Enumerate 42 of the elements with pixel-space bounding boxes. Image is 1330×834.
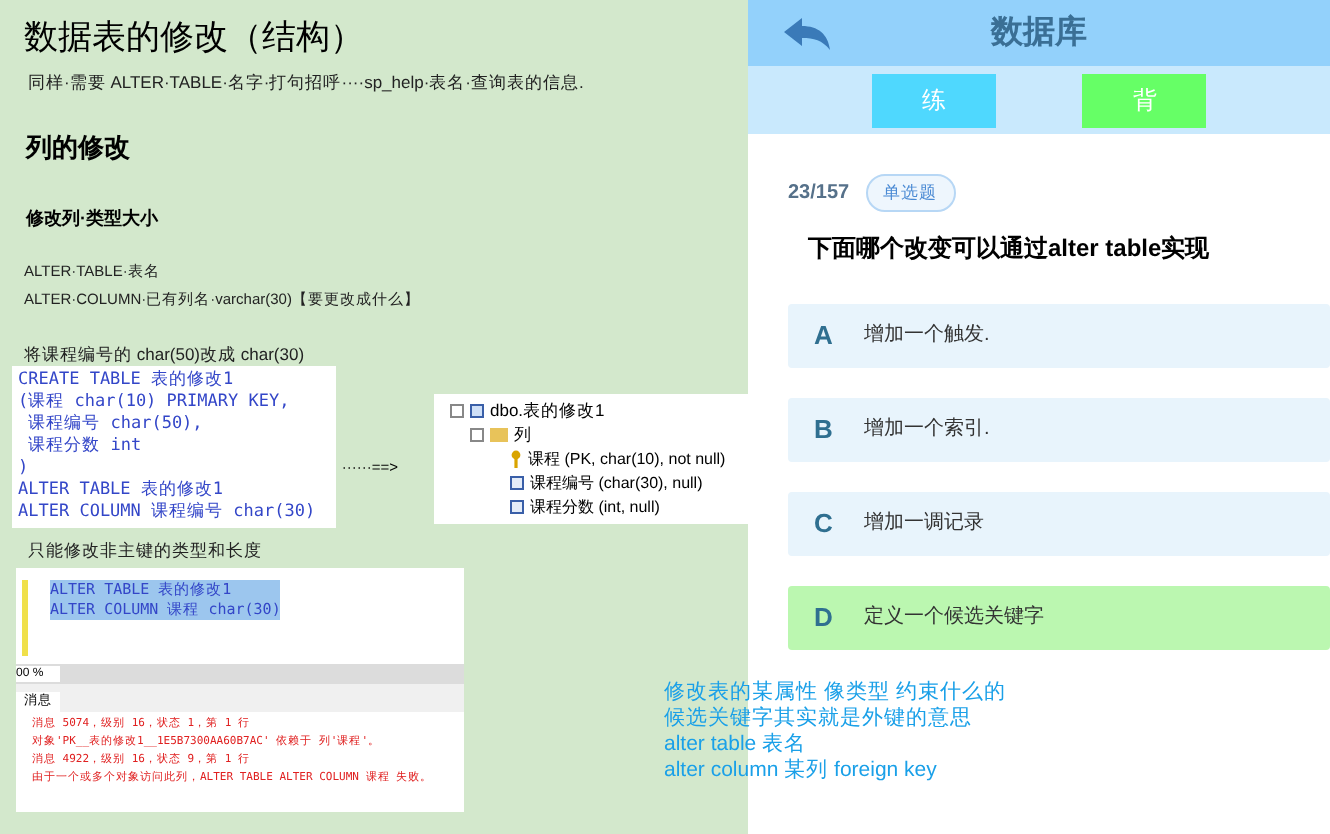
answer-option[interactable]: C 增加一调记录: [788, 491, 1330, 556]
question-text: 下面哪个改变可以通过alter table实现: [806, 231, 1212, 266]
folder-icon: [490, 428, 508, 442]
annotation-line: 候选关键字其实就是外键的意思: [664, 706, 974, 732]
app-title: 数据库: [991, 12, 1087, 53]
code-line: ): [18, 458, 31, 480]
option-text: 增加一个触发.: [864, 321, 990, 351]
answer-option[interactable]: D 定义一个候选关键字: [788, 585, 1330, 650]
paragraph: 将课程编号的 char(50)改成 char(30): [22, 342, 307, 366]
table-icon: [470, 404, 484, 418]
option-letter: B: [814, 412, 835, 448]
option-text: 定义一个候选关键字: [864, 603, 1044, 633]
code-line: CREATE TABLE 表的修改1: [18, 370, 236, 392]
annotation-line: alter column 某列 foreign key: [664, 758, 939, 784]
option-letter: C: [814, 506, 835, 542]
annotation-line: 修改表的某属性 像类型 约束什么的: [664, 680, 1006, 706]
option-text: 增加一个索引.: [864, 415, 990, 445]
answer-option[interactable]: B 增加一个索引.: [788, 397, 1330, 462]
option-letter: A: [814, 318, 835, 354]
code-line: 课程分数 int: [26, 436, 144, 458]
code-line: 课程编号 char(50),: [26, 414, 205, 436]
paragraph: 只能修改非主键的类型和长度: [26, 538, 264, 562]
tree-item: dbo.表的修改1: [490, 400, 605, 422]
tree-item: 课程编号 (char(30), null): [530, 472, 703, 494]
paragraph: 同样·需要 ALTER·TABLE·名字·打句招呼····sp_help·表名·查询表的信息.: [26, 70, 586, 96]
code-line: (课程 char(10) PRIMARY KEY,: [18, 392, 292, 414]
annotation-line: alter table 表名: [664, 732, 809, 758]
code-line: ALTER TABLE 表的修改1: [18, 480, 226, 502]
tree-item: 课程 (PK, char(10), not null): [528, 448, 726, 470]
tree-item: 课程分数 (int, null): [530, 496, 660, 518]
option-letter: D: [814, 600, 835, 636]
subsection-heading: 修改列·类型大小: [23, 206, 160, 230]
code-line: ALTER COLUMN 课程编号 char(30): [18, 502, 318, 524]
question-counter: 23/157: [788, 179, 850, 208]
key-icon: [510, 450, 522, 468]
document-heading: 数据表的修改（结构）: [22, 16, 366, 60]
option-text: 增加一调记录: [864, 509, 984, 539]
back-arrow-icon[interactable]: [784, 17, 830, 49]
section-heading: 列的修改: [23, 132, 132, 168]
answer-option[interactable]: A 增加一个触发.: [788, 303, 1330, 368]
tree-item: 列: [514, 424, 532, 446]
question-type-badge: 单选题: [865, 174, 956, 212]
